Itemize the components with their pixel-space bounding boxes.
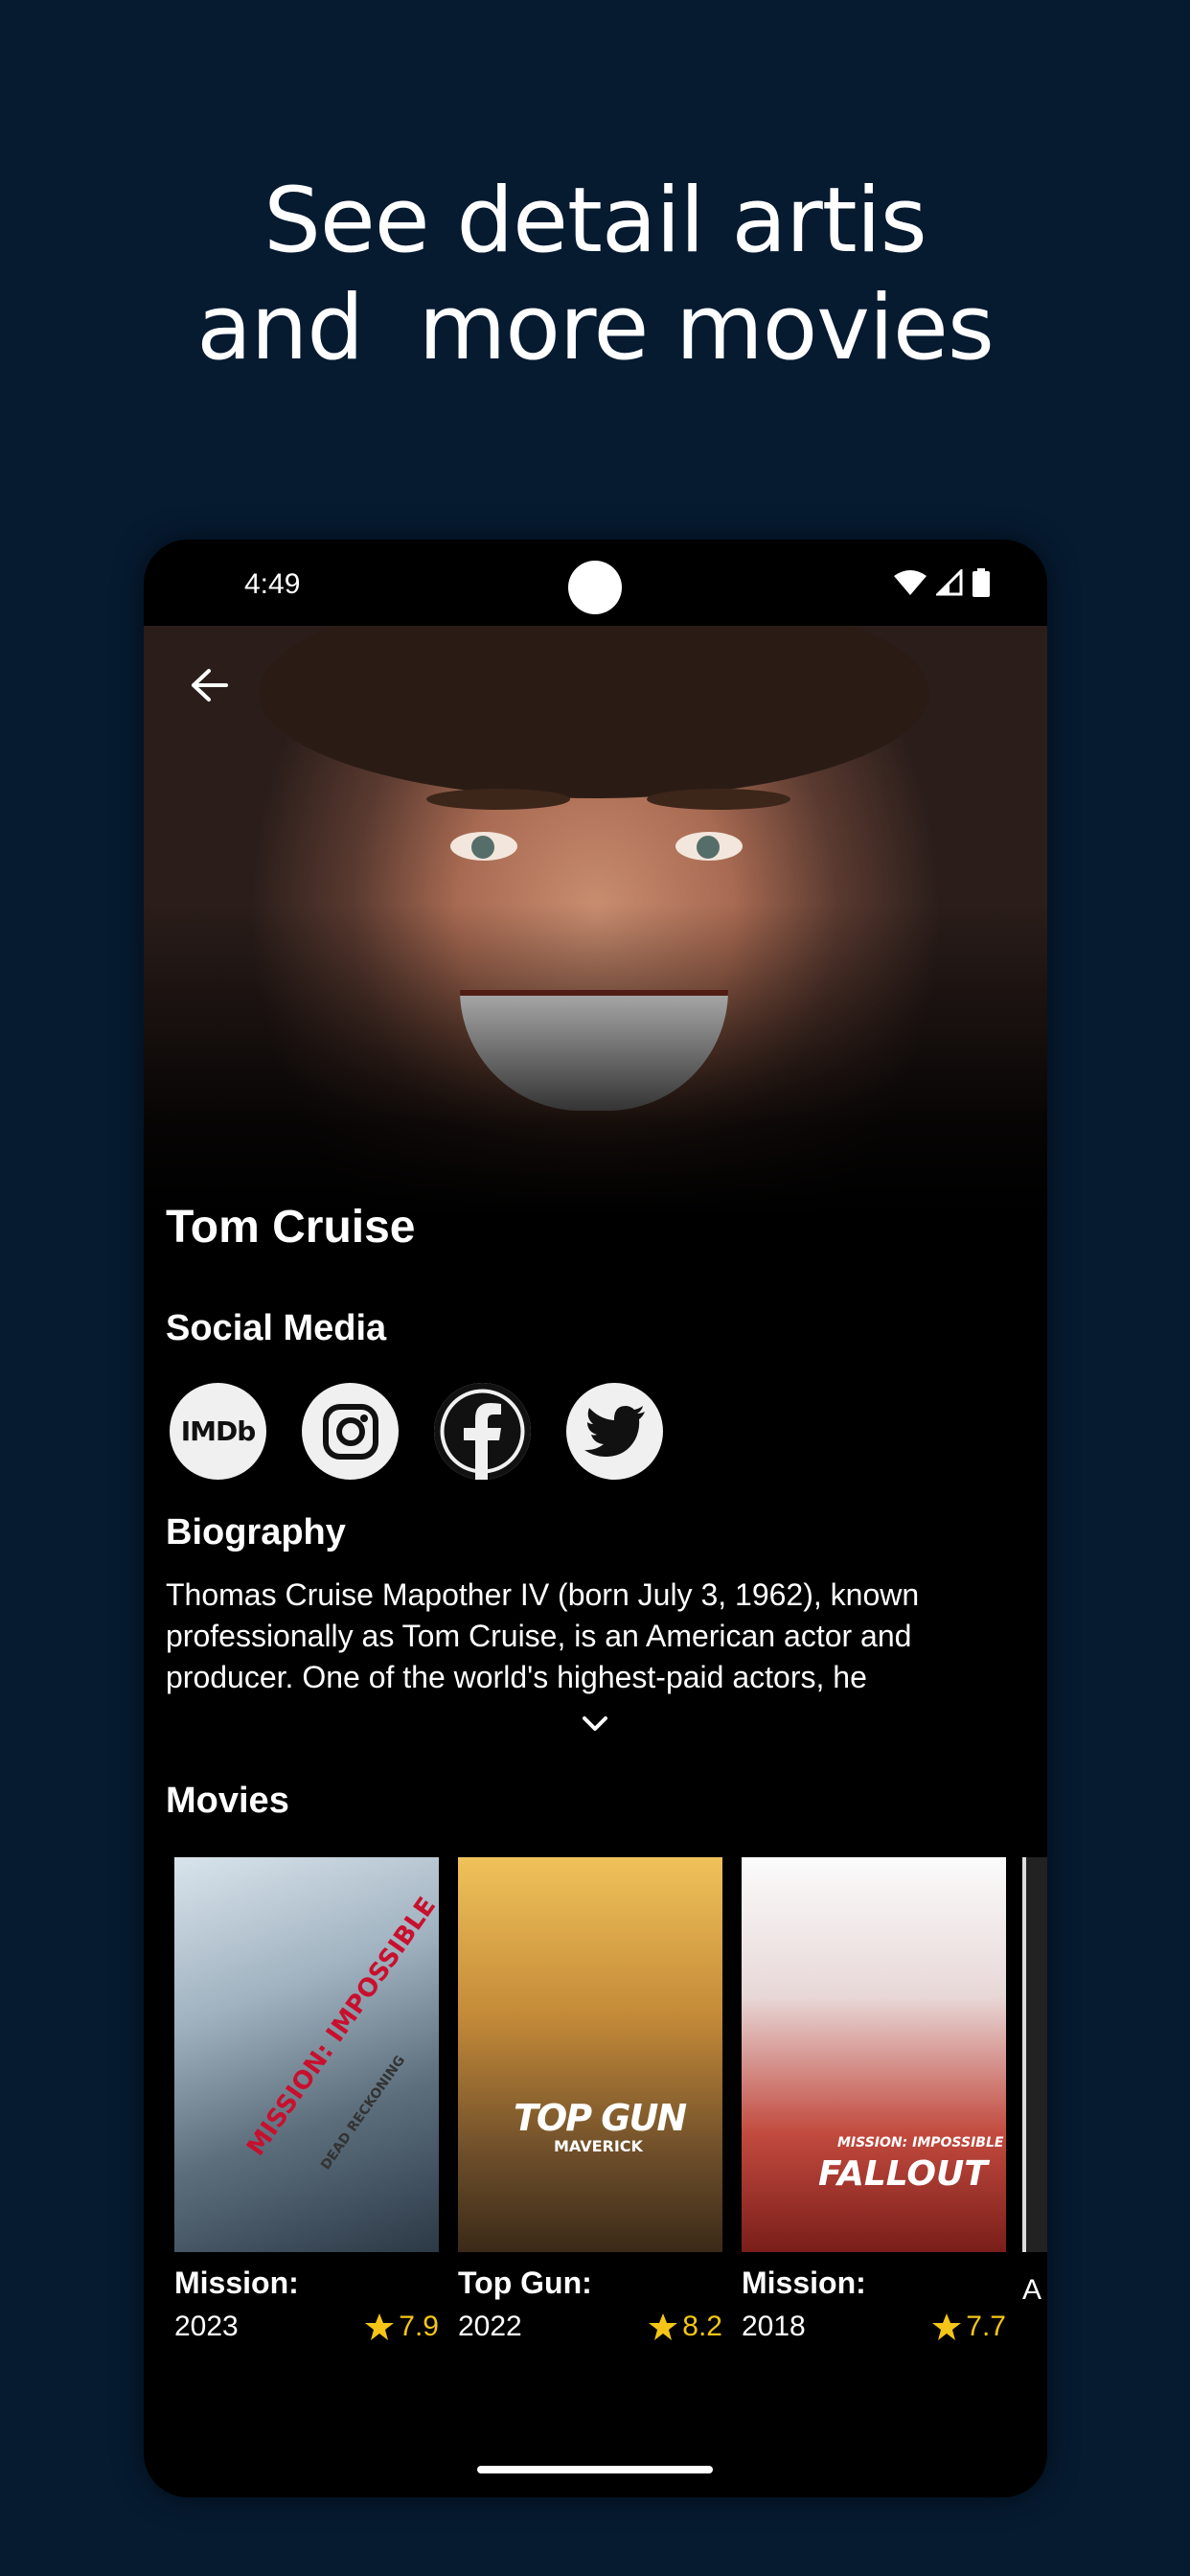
expand-biography-button[interactable] [571, 1709, 619, 1737]
instagram-icon [322, 1403, 378, 1460]
movie-year: 2018 [742, 2311, 806, 2342]
rating-value: 8.2 [682, 2311, 722, 2342]
movies-carousel: MISSION: IMPOSSIBLE DEAD RECKONING Missi… [174, 1857, 1006, 2343]
next-movie-card-peek[interactable] [1022, 1857, 1047, 2252]
movie-title: Mission: [174, 2266, 299, 2300]
movie-year: 2022 [458, 2311, 522, 2342]
status-bar: 4:49 [144, 540, 1047, 626]
movie-meta: 2022 8.2 [458, 2311, 722, 2343]
poster-subtitle-text: MAVERICK [554, 2137, 643, 2155]
arrow-left-icon [192, 669, 228, 702]
back-button[interactable] [178, 655, 240, 716]
photo-brow-left [426, 789, 570, 810]
movie-card[interactable]: MISSION: IMPOSSIBLE FALLOUT Mission: 201… [742, 1857, 1006, 2343]
movie-card[interactable]: MISSION: IMPOSSIBLE DEAD RECKONING Missi… [174, 1857, 439, 2343]
star-icon [649, 2313, 678, 2340]
instagram-button[interactable] [302, 1383, 399, 1480]
promo-headline: See detail artis and more movies [0, 168, 1190, 382]
movie-title: Top Gun: [458, 2266, 592, 2300]
movie-year: 2023 [174, 2311, 239, 2342]
poster-title-text: TOP GUN [514, 2097, 687, 2139]
signal-icon [936, 569, 963, 596]
poster-title-text: MISSION: IMPOSSIBLE [241, 1892, 439, 2162]
home-indicator[interactable] [477, 2466, 713, 2473]
star-icon [365, 2313, 395, 2340]
movie-rating: 7.7 [931, 2311, 1006, 2343]
photo-eye-right [675, 832, 743, 861]
poster-title-text: MISSION: IMPOSSIBLE [837, 2135, 1004, 2150]
poster-subtitle-text: FALLOUT [818, 2154, 988, 2194]
facebook-button[interactable] [434, 1383, 531, 1480]
biography-heading: Biography [166, 1512, 346, 1552]
next-movie-title-peek: A [1022, 2274, 1042, 2306]
photo-hair [259, 626, 929, 798]
movies-heading: Movies [166, 1781, 289, 1821]
twitter-icon [584, 1405, 645, 1457]
artist-photo [144, 626, 1047, 1220]
wifi-icon [894, 570, 927, 595]
headline-line-2: and more movies [196, 276, 995, 380]
phone-frame: 4:49 Tom Cruise Social Media IMDb Biogra… [144, 540, 1047, 2497]
imdb-button[interactable]: IMDb [170, 1383, 266, 1480]
rating-value: 7.9 [399, 2311, 439, 2342]
star-icon [932, 2313, 962, 2340]
facebook-icon [434, 1383, 531, 1480]
social-links: IMDb [170, 1383, 663, 1480]
headline-line-1: See detail artis [263, 169, 927, 273]
movie-card[interactable]: TOP GUN MAVERICK Top Gun: 2022 8.2 [458, 1857, 722, 2343]
imdb-icon: IMDb [180, 1415, 257, 1447]
photo-brow-right [647, 789, 790, 810]
social-media-heading: Social Media [166, 1308, 387, 1348]
artist-name: Tom Cruise [166, 1202, 416, 1253]
movie-meta: 2023 7.9 [174, 2311, 439, 2343]
rating-value: 7.7 [966, 2311, 1006, 2342]
twitter-button[interactable] [566, 1383, 663, 1480]
chevron-down-icon [583, 1716, 607, 1731]
battery-icon [973, 568, 990, 597]
movie-title: Mission: [742, 2266, 866, 2300]
photo-smile [460, 990, 728, 1111]
status-icons [894, 568, 990, 597]
movie-rating: 7.9 [364, 2311, 439, 2343]
movie-rating: 8.2 [648, 2311, 722, 2343]
camera-cutout [568, 561, 622, 614]
movie-poster: TOP GUN MAVERICK [458, 1857, 722, 2252]
status-time: 4:49 [244, 568, 301, 600]
biography-text: Thomas Cruise Mapother IV (born July 3, … [166, 1577, 920, 1694]
poster-subtitle-text: DEAD RECKONING [318, 2053, 409, 2174]
movie-poster: MISSION: IMPOSSIBLE DEAD RECKONING [174, 1857, 439, 2252]
photo-eye-left [450, 832, 517, 861]
movie-meta: 2018 7.7 [742, 2311, 1006, 2343]
movie-poster: MISSION: IMPOSSIBLE FALLOUT [742, 1857, 1006, 2252]
